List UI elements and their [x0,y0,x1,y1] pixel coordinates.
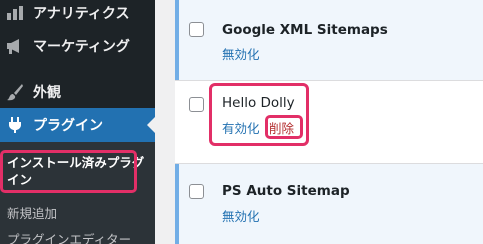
sidebar-item-label: アナリティクス [33,6,130,22]
plugins-plug-icon [5,115,25,135]
content-gutter [155,0,175,244]
sidebar-item-analytics[interactable]: アナリティクス [0,0,155,30]
plugin-row-google-xml-sitemaps: Google XML Sitemaps 無効化 [175,0,483,80]
megaphone-icon [5,36,25,56]
plugin-list: Google XML Sitemaps 無効化 Hello Dolly 有効化 … [155,0,483,244]
deactivate-link[interactable]: 無効化 [222,44,260,63]
plugin-select-checkbox[interactable] [189,22,204,37]
current-menu-arrow [147,117,155,133]
sidebar-item-marketing[interactable]: マーケティング [0,29,155,63]
sidebar-item-appearance[interactable]: 外観 [0,75,155,109]
active-plugin-indicator [175,164,179,244]
submenu-item-add-new[interactable]: 新規追加 [7,203,57,222]
sidebar-item-plugins[interactable]: プラグイン [0,108,155,142]
plugin-name: Google XML Sitemaps [222,22,388,38]
sidebar-item-label: 外観 [33,85,61,101]
highlight-frame-installed-plugins [0,150,137,193]
analytics-bar-chart-icon [5,3,25,23]
sidebar-item-label: プラグイン [33,118,103,134]
plugin-select-checkbox[interactable] [189,97,204,112]
deactivate-link[interactable]: 無効化 [222,206,260,225]
active-plugin-indicator [175,0,179,80]
sidebar-item-label: マーケティング [33,39,130,55]
paintbrush-icon [5,82,25,102]
admin-sidebar: アナリティクス マーケティング 外観 プラグイン インストール済みプラグイン 新… [0,0,155,244]
wp-admin-plugins-screen: アナリティクス マーケティング 外観 プラグイン インストール済みプラグイン 新… [0,0,483,244]
highlight-frame-delete-link [265,115,303,139]
plugin-select-checkbox[interactable] [189,184,204,199]
submenu-item-plugin-editor[interactable]: プラグインエディター [7,229,131,244]
plugin-row-ps-auto-sitemap: PS Auto Sitemap 無効化 [175,164,483,244]
plugin-name: PS Auto Sitemap [222,183,350,199]
